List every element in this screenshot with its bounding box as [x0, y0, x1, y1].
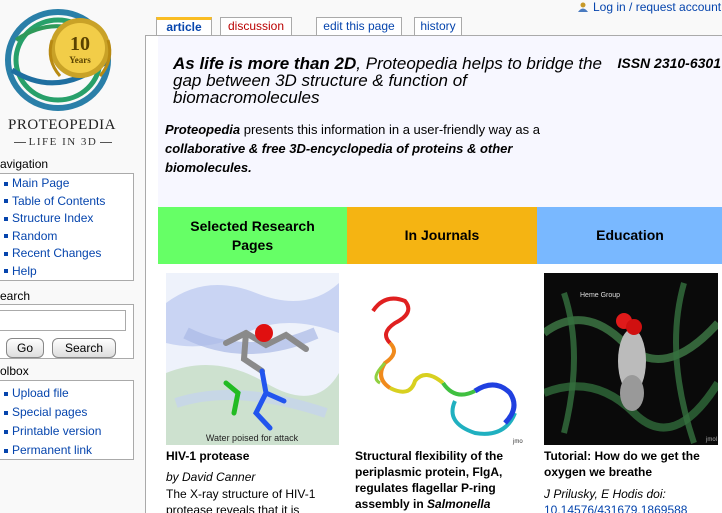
sidebar-item-recent-changes[interactable]: Recent Changes — [0, 245, 133, 263]
navigation-list: Main Page Table of Contents Structure In… — [0, 175, 133, 280]
sidebar-item-printable-version[interactable]: Printable version — [0, 422, 133, 441]
intro-subtitle: Proteopedia presents this information in… — [165, 122, 540, 175]
login-link[interactable]: Log in / request account — [593, 0, 721, 14]
toolbox-title: olbox — [0, 364, 29, 378]
card-title-hiv-protease[interactable]: HIV-1 protease — [166, 448, 249, 464]
navigation-portlet: Main Page Table of Contents Structure In… — [0, 173, 134, 281]
navigation-title: avigation — [0, 157, 49, 171]
logo-name: PROTEOPEDIA — [7, 117, 116, 133]
jmol-tag: jmol — [512, 439, 523, 445]
card-text-line: The X-ray structure of HIV-1 — [166, 487, 316, 501]
card-authors: J Prilusky, E Hodis doi: — [544, 487, 666, 501]
issn-label: ISSN 2310-6301 — [617, 55, 721, 71]
search-portlet: Go Search — [0, 304, 134, 359]
logo-globe-icon: 10 Years — [5, 9, 112, 111]
proteopedia-logo[interactable]: 10 Years PROTEOPEDIA LIFE IN 3D — [0, 0, 150, 150]
toolbox-portlet: Upload file Special pages Printable vers… — [0, 380, 134, 460]
sidebar-item-help[interactable]: Help — [0, 263, 133, 281]
hiv-protease-image[interactable]: Water poised for attack — [166, 273, 339, 445]
sidebar-item-structure-index[interactable]: Structure Index — [0, 210, 133, 228]
image-caption: Water poised for attack — [206, 433, 299, 443]
tab-edit-this-page[interactable]: edit this page — [316, 17, 402, 35]
headline: As life is more than 2D, Proteopedia hel… — [173, 54, 603, 107]
jmol-tag: jmol — [705, 437, 717, 443]
logo-tagline: LIFE IN 3D — [8, 136, 118, 148]
card-text-line: protease reveals that it is — [166, 503, 300, 513]
sidebar-item-table-of-contents[interactable]: Table of Contents — [0, 193, 133, 211]
sidebar-item-upload-file[interactable]: Upload file — [0, 384, 133, 403]
user-icon — [578, 2, 588, 12]
band-education[interactable]: Education — [537, 207, 722, 264]
sidebar-item-special-pages[interactable]: Special pages — [0, 403, 133, 422]
search-button[interactable]: Search — [52, 338, 116, 358]
flga-protein-image[interactable]: jmol — [355, 283, 523, 448]
sidebar-item-main-page[interactable]: Main Page — [0, 175, 133, 193]
tab-article[interactable]: article — [156, 17, 212, 36]
badge-word: Years — [69, 55, 91, 65]
card-author: by David Canner — [166, 470, 256, 484]
heme-label: Heme Group — [580, 292, 620, 299]
card-title-flga[interactable]: Structural flexibility of the periplasmi… — [355, 448, 535, 512]
search-title: earch — [0, 289, 31, 303]
tab-history[interactable]: history — [414, 17, 462, 35]
heme-tutorial-image[interactable]: Heme Group jmol — [544, 273, 718, 445]
badge-number: 10 — [70, 33, 90, 55]
band-selected-research-pages[interactable]: Selected Research Pages — [158, 207, 347, 264]
main-content: As life is more than 2D, Proteopedia hel… — [145, 35, 722, 513]
go-button[interactable]: Go — [6, 338, 44, 358]
card-title-heme-tutorial[interactable]: Tutorial: How do we get the oxygen we br… — [544, 448, 722, 480]
doi-link[interactable]: 10.14576/431679.1869588 — [544, 502, 687, 513]
sidebar-item-random[interactable]: Random — [0, 228, 133, 246]
tab-discussion[interactable]: discussion — [220, 17, 292, 35]
toolbox-list: Upload file Special pages Printable vers… — [0, 384, 133, 460]
band-in-journals[interactable]: In Journals — [347, 207, 537, 264]
sidebar-item-permanent-link[interactable]: Permanent link — [0, 441, 133, 460]
intro-box: As life is more than 2D, Proteopedia hel… — [158, 36, 722, 208]
search-input[interactable] — [0, 310, 126, 331]
